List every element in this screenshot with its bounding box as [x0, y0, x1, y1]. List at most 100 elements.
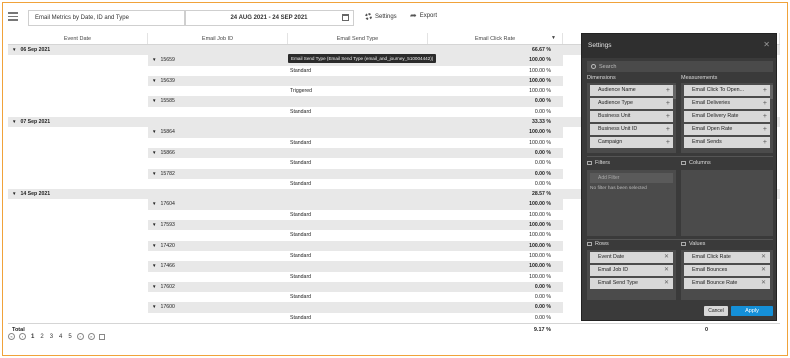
send-type-cell: Standard	[288, 272, 428, 282]
columns-dropzone[interactable]	[681, 170, 773, 236]
collapse-caret-icon[interactable]: ▼	[12, 47, 16, 52]
field-item[interactable]: Event Date ✕	[590, 252, 673, 263]
event-date-cell	[8, 86, 148, 96]
add-icon[interactable]: +	[666, 124, 670, 135]
add-icon[interactable]: +	[666, 98, 670, 109]
click-rate-value: 0.00 %	[534, 149, 551, 156]
field-item[interactable]: Email Bounce Rate ✕	[684, 278, 770, 289]
add-icon[interactable]: +	[666, 137, 670, 148]
field-item[interactable]: Email Delivery Rate +	[684, 111, 770, 122]
field-item-label: Audience Name	[598, 87, 636, 93]
column-header-email-click-rate[interactable]: Email Click Rate ▼	[428, 33, 563, 44]
page-size-icon[interactable]	[98, 333, 105, 340]
remove-icon[interactable]: ✕	[664, 278, 669, 289]
job-id-cell	[148, 158, 288, 168]
first-page-icon[interactable]: «	[8, 333, 15, 340]
prev-page-icon[interactable]: ‹	[19, 333, 26, 340]
field-item[interactable]: Business Unit ID +	[590, 124, 673, 135]
collapse-caret-icon[interactable]: ▼	[152, 243, 156, 248]
click-rate-cell: 0.00 %	[428, 179, 563, 189]
column-header-email-job-id[interactable]: Email Job ID	[148, 33, 288, 44]
collapse-caret-icon[interactable]: ▼	[12, 119, 16, 124]
collapse-caret-icon[interactable]: ▼	[152, 78, 156, 83]
add-icon[interactable]: +	[763, 98, 767, 109]
field-item-label: Email Delivery Rate	[692, 113, 739, 119]
click-rate-cell: 100.00 %	[428, 75, 563, 87]
close-icon[interactable]: ✕	[763, 40, 770, 49]
settings-button[interactable]: Settings	[365, 13, 397, 20]
collapse-caret-icon[interactable]: ▼	[152, 150, 156, 155]
apply-button[interactable]: Apply	[731, 306, 773, 316]
next-page-icon[interactable]: ›	[76, 333, 84, 340]
settings-search-input[interactable]: Search	[587, 61, 773, 72]
field-item[interactable]: Email Sends +	[684, 137, 770, 148]
field-item[interactable]: Business Unit +	[590, 111, 673, 122]
add-icon[interactable]: +	[666, 111, 670, 122]
calendar-icon[interactable]	[342, 14, 349, 21]
add-icon[interactable]: +	[666, 85, 670, 96]
field-item[interactable]: Email Bounces ✕	[684, 265, 770, 276]
page-1[interactable]: 1	[30, 334, 35, 340]
send-type-cell: Standard	[288, 179, 428, 189]
click-rate-value: 100.00 %	[529, 129, 551, 136]
add-icon[interactable]: +	[763, 137, 767, 148]
event-date-cell	[8, 158, 148, 168]
collapse-caret-icon[interactable]: ▼	[12, 191, 16, 196]
divider	[587, 156, 773, 157]
remove-icon[interactable]: ✕	[664, 265, 669, 276]
remove-icon[interactable]: ✕	[761, 252, 766, 263]
click-rate-cell: 0.00 %	[428, 281, 563, 293]
rows-dropzone[interactable]: Event Date ✕ Email Job ID ✕ Email Send Type ✕	[587, 250, 676, 300]
cancel-button[interactable]: Cancel	[704, 306, 728, 316]
field-item[interactable]: Email Send Type ✕	[590, 278, 673, 289]
click-rate-value: 100.00 %	[529, 57, 551, 64]
add-filter-button[interactable]: Add Filter	[590, 173, 673, 183]
collapse-caret-icon[interactable]: ▼	[152, 263, 156, 268]
send-type-cell	[288, 240, 428, 251]
collapse-caret-icon[interactable]: ▼	[152, 171, 156, 176]
filters-dropzone[interactable]: Add Filter No filter has been selected	[587, 170, 676, 236]
search-icon	[591, 64, 596, 69]
send-type-cell: Standard	[288, 158, 428, 168]
add-icon[interactable]: +	[763, 111, 767, 122]
sort-descending-icon[interactable]: ▼	[551, 35, 556, 41]
field-item[interactable]: Email Click Rate ✕	[684, 252, 770, 263]
remove-icon[interactable]: ✕	[664, 252, 669, 263]
values-dropzone[interactable]: Email Click Rate ✕ Email Bounces ✕ Email Bou…	[681, 250, 773, 300]
collapse-caret-icon[interactable]: ▼	[152, 57, 156, 62]
field-item[interactable]: Campaign +	[590, 137, 673, 148]
field-item[interactable]: Email Job ID ✕	[590, 265, 673, 276]
page-4[interactable]: 4	[58, 334, 63, 340]
dimensions-scrollbar[interactable]	[673, 85, 676, 99]
toolbar: Email Metrics by Date, ID and Type 24 AU…	[8, 10, 568, 26]
collapse-caret-icon[interactable]: ▼	[152, 201, 156, 206]
field-item[interactable]: Audience Type +	[590, 98, 673, 109]
report-title-field[interactable]: Email Metrics by Date, ID and Type	[28, 10, 186, 26]
remove-icon[interactable]: ✕	[761, 265, 766, 276]
field-item[interactable]: Email Deliveries +	[684, 98, 770, 109]
remove-icon[interactable]: ✕	[761, 278, 766, 289]
field-item[interactable]: Audience Name +	[590, 85, 673, 96]
collapse-caret-icon[interactable]: ▼	[152, 98, 156, 103]
send-type-cell: Standard	[288, 251, 428, 261]
export-button[interactable]: ➦ Export	[410, 12, 437, 20]
event-date-cell	[8, 66, 148, 76]
column-header-event-date[interactable]: Event Date	[8, 33, 148, 44]
add-icon[interactable]: +	[763, 85, 767, 96]
field-item[interactable]: Email Open Rate +	[684, 124, 770, 135]
collapse-caret-icon[interactable]: ▼	[152, 129, 156, 134]
collapse-caret-icon[interactable]: ▼	[152, 284, 156, 289]
collapse-caret-icon[interactable]: ▼	[152, 222, 156, 227]
date-range-picker[interactable]: 24 AUG 2021 - 24 SEP 2021	[184, 10, 354, 26]
measurements-scrollbar[interactable]	[770, 85, 773, 99]
hamburger-menu-icon[interactable]	[8, 12, 18, 22]
event-date-cell	[8, 282, 148, 292]
field-item[interactable]: Email Click To Open... +	[684, 85, 770, 96]
page-2[interactable]: 2	[39, 334, 44, 340]
collapse-caret-icon[interactable]: ▼	[152, 304, 156, 309]
page-5[interactable]: 5	[67, 334, 72, 340]
last-page-icon[interactable]: »	[87, 333, 95, 340]
page-3[interactable]: 3	[49, 334, 54, 340]
add-icon[interactable]: +	[763, 124, 767, 135]
column-header-email-send-type[interactable]: Email Send Type	[288, 33, 428, 44]
